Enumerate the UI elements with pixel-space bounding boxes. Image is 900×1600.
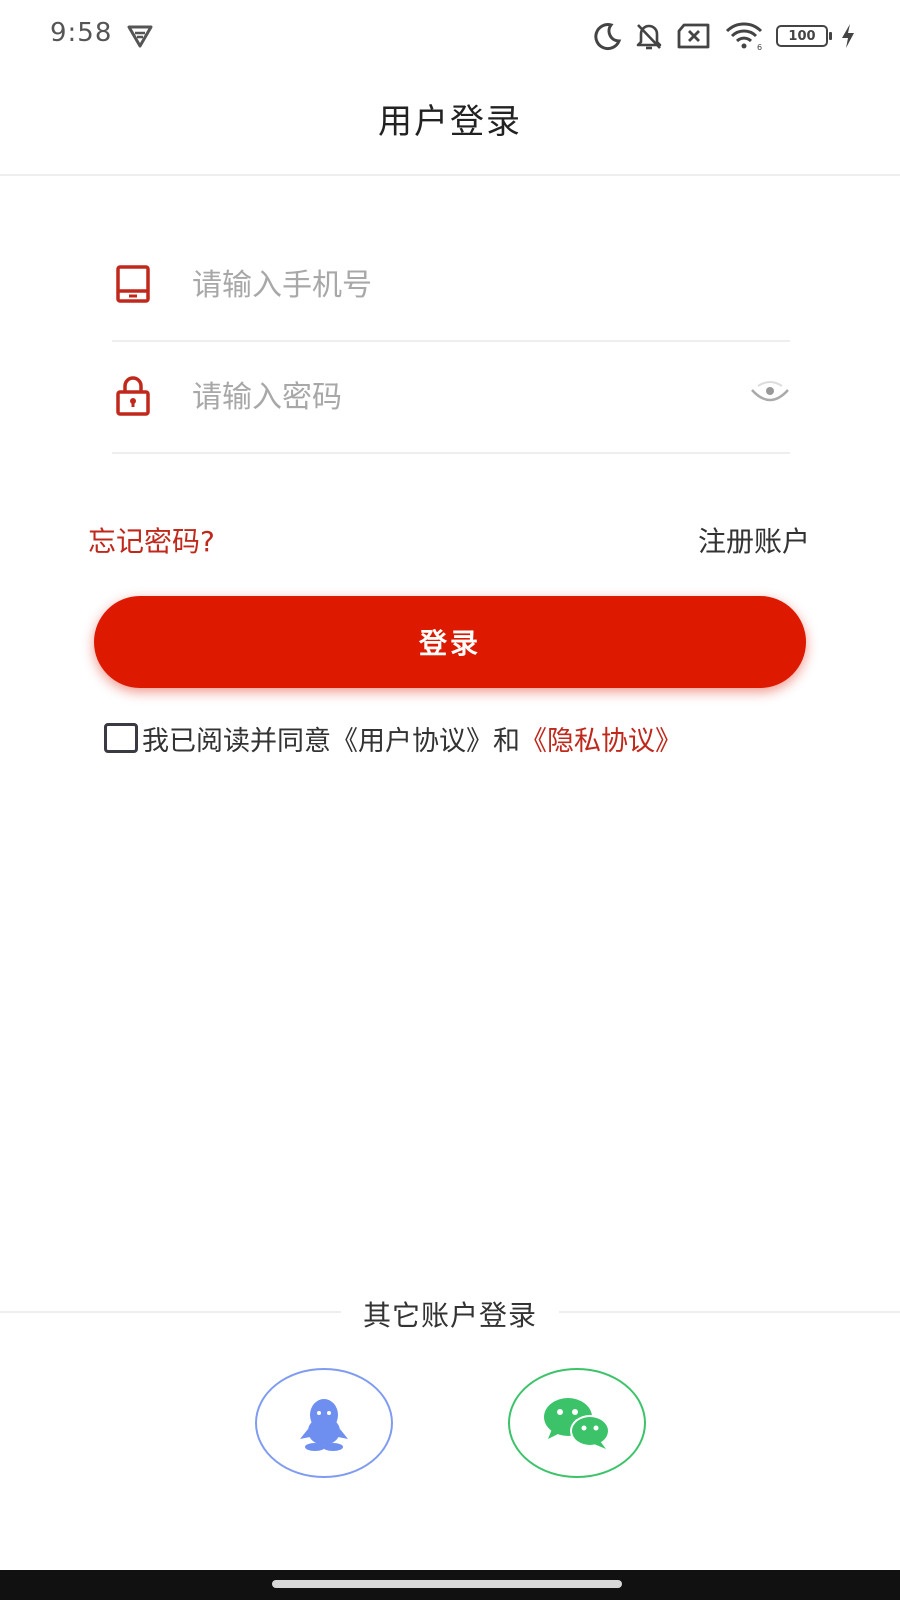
login-button[interactable]: 登录 — [94, 596, 806, 688]
agreement-checkbox[interactable] — [104, 723, 138, 753]
agreement-row: 我已阅读并同意《用户协议》和 《隐私协议》 — [104, 716, 682, 760]
battery-icon: 100 — [776, 25, 832, 47]
status-bar: 9:58 6 100 — [0, 0, 900, 72]
other-login-title-wrap: 其它账户登录 — [0, 1294, 900, 1334]
login-screen: 9:58 6 100 用户登录 请输入手机号 忘记密码? 注册账户 登录 我已阅… — [0, 0, 900, 1600]
other-login-title: 其它账户登录 — [340, 1294, 559, 1334]
svg-text:6: 6 — [757, 43, 762, 51]
links-row: 忘记密码? 注册账户 — [88, 520, 810, 560]
forgot-password-link[interactable]: 忘记密码? — [88, 520, 215, 560]
wechat-icon — [544, 1398, 610, 1449]
vpn-icon — [127, 25, 153, 48]
agreement-text: 我已阅读并同意《用户协议》和 — [142, 725, 520, 757]
header: 用户登录 — [0, 72, 900, 176]
tablet-icon — [116, 265, 150, 303]
system-nav-bar — [0, 1570, 900, 1600]
wechat-login-button[interactable] — [508, 1368, 646, 1478]
wifi-icon: 6 — [725, 22, 762, 51]
password-field — [112, 342, 790, 454]
qq-icon — [300, 1399, 348, 1451]
status-icons: 6 100 — [592, 18, 856, 54]
password-input[interactable] — [192, 372, 712, 422]
charging-icon — [842, 24, 854, 48]
moon-icon — [594, 23, 622, 51]
bell-off-icon — [636, 24, 662, 50]
sim-off-icon — [677, 23, 710, 49]
register-link[interactable]: 注册账户 — [698, 520, 810, 560]
status-time: 9:58 — [50, 18, 113, 48]
eye-icon[interactable] — [750, 380, 790, 406]
phone-input[interactable] — [192, 260, 712, 310]
home-indicator[interactable] — [272, 1580, 622, 1588]
privacy-policy-link[interactable]: 《隐私协议》 — [520, 719, 682, 758]
lock-icon — [116, 376, 150, 416]
page-title: 用户登录 — [378, 102, 522, 142]
phone-field — [112, 230, 790, 342]
battery-level: 100 — [788, 28, 816, 44]
qq-login-button[interactable] — [255, 1368, 393, 1478]
